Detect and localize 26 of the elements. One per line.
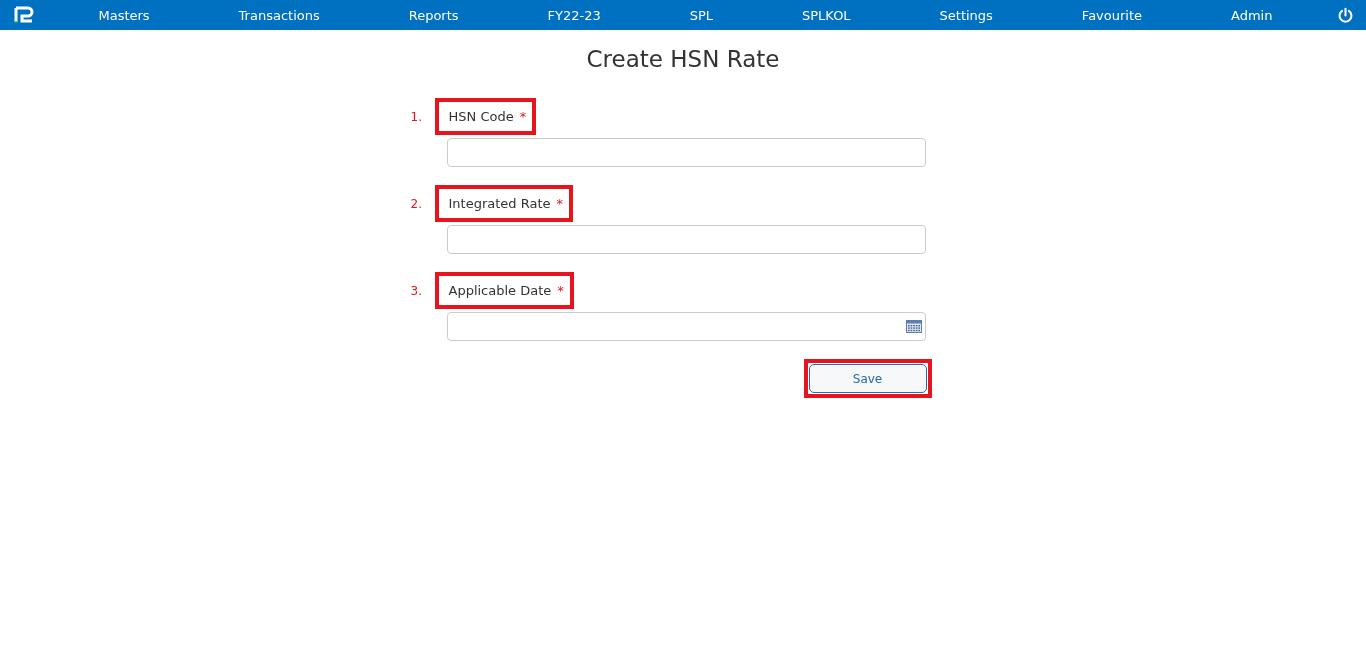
logo-icon[interactable] (14, 6, 34, 24)
power-icon[interactable] (1337, 6, 1354, 24)
date-field[interactable] (446, 312, 926, 341)
nav-menu-item[interactable]: Masters (98, 7, 150, 23)
required-marker: * (556, 196, 564, 211)
nav-menu-item[interactable]: Settings (939, 7, 993, 23)
nav-menu-item[interactable]: FY22-23 (547, 7, 601, 23)
required-marker: * (557, 283, 564, 298)
nav-menu-item[interactable]: Transactions (238, 7, 320, 23)
nav-menu-item[interactable]: Favourite (1081, 7, 1143, 23)
nav-menu-item[interactable]: SPL (689, 7, 714, 23)
input-field[interactable] (446, 138, 926, 167)
annotation-number: 1. (409, 109, 423, 124)
field-label: Applicable Date (448, 283, 552, 298)
nav-menu-item[interactable]: SPLKOL (802, 7, 851, 23)
save-button[interactable]: Save (808, 364, 927, 393)
annotation-number: 3. (409, 283, 423, 298)
nav-menu-item[interactable]: Admin (1231, 7, 1273, 23)
annotation-number: 2. (409, 196, 423, 211)
field-label: HSN Code (448, 109, 514, 124)
nav-menu-item[interactable]: Reports (408, 7, 459, 23)
field-label: Integrated Rate (448, 196, 551, 211)
input-field[interactable] (446, 225, 926, 254)
page-title: Create HSN Rate (585, 46, 781, 72)
calendar-icon[interactable] (905, 320, 922, 333)
required-marker: * (519, 109, 527, 124)
